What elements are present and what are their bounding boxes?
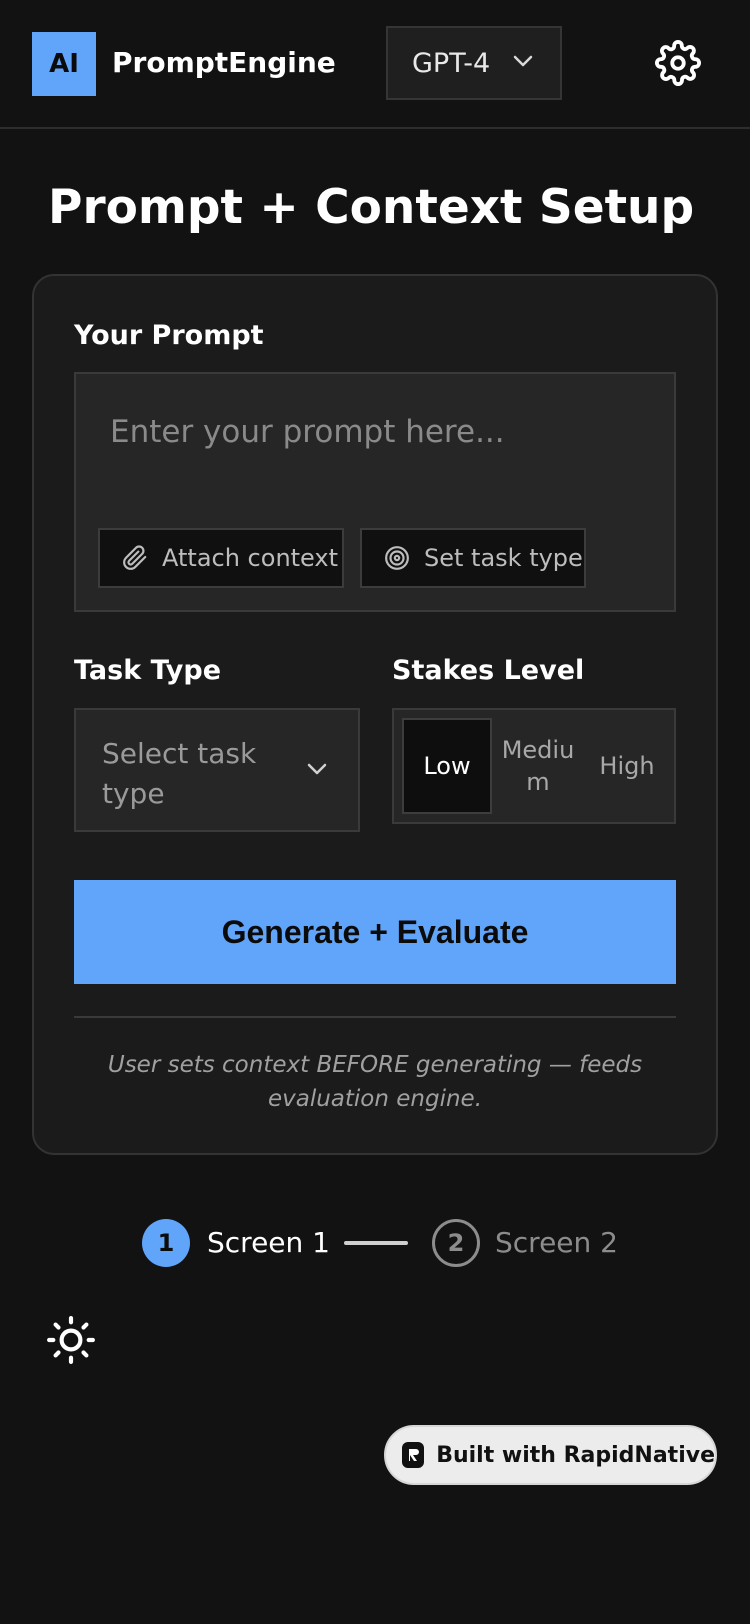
- paperclip-icon: [123, 545, 147, 570]
- attach-context-label: Attach context: [162, 544, 339, 572]
- rapidnative-logo-icon: [402, 1442, 425, 1468]
- chevron-down-icon: [307, 763, 327, 775]
- page-title: Prompt + Context Setup: [48, 180, 695, 235]
- built-with-badge[interactable]: Built with RapidNative: [384, 1425, 717, 1485]
- step-connector: [344, 1241, 408, 1245]
- gear-icon[interactable]: [655, 40, 701, 86]
- step-2-label[interactable]: Screen 2: [495, 1226, 618, 1259]
- stakes-option-high[interactable]: High: [584, 718, 670, 814]
- top-bar: AI PromptEngine GPT-4: [0, 0, 750, 129]
- screen-stepper: 1 Screen 1 2 Screen 2: [0, 1218, 750, 1268]
- task-type-select[interactable]: Select task type: [74, 708, 360, 832]
- step-1-indicator[interactable]: 1: [142, 1219, 190, 1267]
- app-name: PromptEngine: [112, 46, 336, 79]
- divider: [74, 1016, 676, 1018]
- attach-context-button[interactable]: Attach context: [98, 528, 344, 588]
- app-logo: AI: [32, 32, 96, 96]
- stakes-level-label: Stakes Level: [392, 655, 585, 686]
- stakes-level-selector: Low Medium High: [392, 708, 676, 824]
- helper-note: User sets context BEFORE generating — fe…: [107, 1052, 643, 1112]
- target-icon: [385, 546, 409, 570]
- step-2-indicator[interactable]: 2: [432, 1219, 480, 1267]
- chevron-down-icon: [513, 55, 533, 67]
- built-with-label: Built with RapidNative: [436, 1442, 715, 1468]
- prompt-box: Attach context Set task type: [74, 372, 676, 612]
- set-task-type-label: Set task type: [424, 544, 583, 572]
- stakes-option-medium[interactable]: Medium: [498, 718, 578, 814]
- generate-evaluate-button[interactable]: Generate + Evaluate: [74, 880, 676, 984]
- task-type-label: Task Type: [74, 655, 222, 686]
- step-1-label[interactable]: Screen 1: [207, 1226, 330, 1259]
- prompt-label: Your Prompt: [74, 320, 264, 351]
- task-type-value: Select task type: [102, 737, 257, 810]
- model-select-value: GPT-4: [412, 47, 491, 79]
- set-task-type-button[interactable]: Set task type: [360, 528, 586, 588]
- model-select[interactable]: GPT-4: [386, 26, 562, 100]
- prompt-input[interactable]: [78, 376, 672, 526]
- stakes-option-low[interactable]: Low: [402, 718, 492, 814]
- sun-icon[interactable]: [46, 1315, 96, 1365]
